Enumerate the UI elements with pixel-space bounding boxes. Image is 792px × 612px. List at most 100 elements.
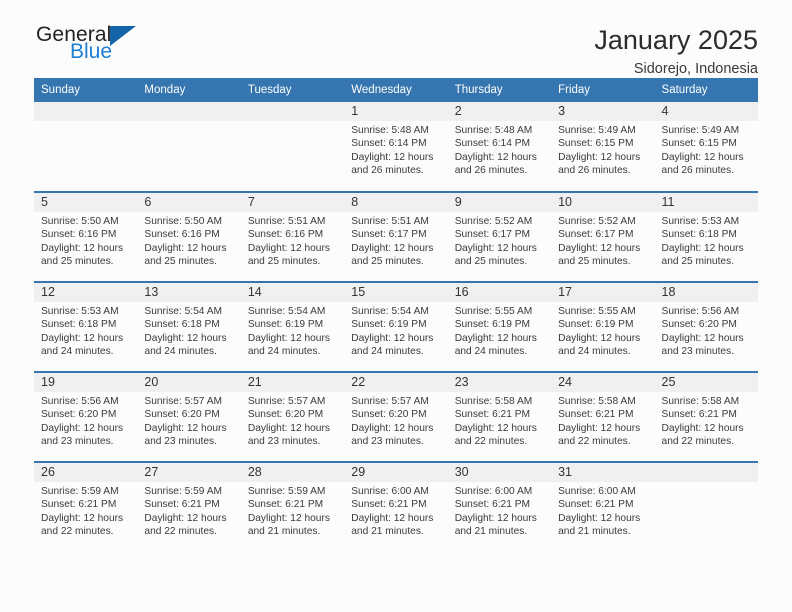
day-details: Sunrise: 5:58 AM Sunset: 6:21 PM Daylight:… (448, 392, 551, 449)
calendar-day-cell[interactable]: 30 Sunrise: 6:00 AM Sunset: 6:21 PM Dayligh… (447, 461, 552, 552)
daylight-text: Daylight: 12 hours and 25 minutes. (661, 242, 744, 268)
sunrise-text: Sunrise: 5:59 AM (144, 486, 223, 497)
calendar-day-cell[interactable]: 22 Sunrise: 5:57 AM Sunset: 6:20 PM Dayligh… (344, 371, 448, 462)
day-number: 9 (447, 193, 552, 212)
calendar-body: 1 Sunrise: 5:48 AM Sunset: 6:14 PM Daylight… (34, 102, 758, 552)
sunset-text: Sunset: 6:18 PM (661, 229, 737, 241)
sunset-text: Sunset: 6:21 PM (558, 499, 634, 511)
sunset-text: Sunset: 6:16 PM (144, 229, 220, 241)
sunrise-text: Sunrise: 5:58 AM (558, 396, 636, 407)
weekday-header-saturday: Saturday (654, 78, 758, 102)
calendar-day-cell[interactable]: 27 Sunrise: 5:59 AM Sunset: 6:21 PM Dayligh… (137, 461, 241, 552)
calendar-day-cell[interactable]: 9 Sunrise: 5:52 AM Sunset: 6:17 PM Daylight… (447, 191, 552, 282)
day-details: Sunrise: 6:00 AM Sunset: 6:21 PM Daylight:… (344, 482, 447, 539)
daylight-text: Daylight: 12 hours and 25 minutes. (454, 242, 537, 268)
sunset-text: Sunset: 6:19 PM (454, 319, 531, 331)
daylight-text: Daylight: 12 hours and 22 minutes. (558, 422, 641, 448)
generalblue-logo[interactable]: General Blue (34, 24, 152, 62)
day-number: 18 (654, 283, 758, 302)
calendar-day-cell[interactable]: 6 Sunrise: 5:50 AM Sunset: 6:16 PM Daylight… (137, 191, 241, 282)
sunset-text: Sunset: 6:20 PM (144, 409, 220, 421)
calendar-day-cell[interactable]: 21 Sunrise: 5:57 AM Sunset: 6:20 PM Dayligh… (240, 371, 345, 462)
daylight-text: Daylight: 12 hours and 24 minutes. (454, 332, 537, 358)
calendar-day-cell[interactable]: 25 Sunrise: 5:58 AM Sunset: 6:21 PM Dayligh… (654, 371, 758, 462)
day-details: Sunrise: 5:49 AM Sunset: 6:15 PM Daylight:… (551, 121, 654, 178)
day-details: Sunrise: 5:51 AM Sunset: 6:17 PM Daylight:… (344, 212, 447, 269)
day-number: 29 (344, 463, 448, 482)
calendar-day-cell[interactable]: 3 Sunrise: 5:49 AM Sunset: 6:15 PM Daylight… (551, 102, 655, 192)
sunrise-text: Sunrise: 5:52 AM (454, 216, 533, 227)
daylight-text: Daylight: 12 hours and 22 minutes. (144, 512, 227, 538)
day-number: 15 (344, 283, 448, 302)
calendar-day-cell[interactable]: 5 Sunrise: 5:50 AM Sunset: 6:16 PM Daylight… (34, 191, 138, 282)
calendar-week-row: 1 Sunrise: 5:48 AM Sunset: 6:14 PM Daylight… (34, 102, 758, 192)
daylight-text: Daylight: 12 hours and 23 minutes. (351, 422, 434, 448)
day-number: 31 (551, 463, 655, 482)
calendar-day-cell[interactable]: 7 Sunrise: 5:51 AM Sunset: 6:16 PM Daylight… (240, 191, 345, 282)
day-details: Sunrise: 5:54 AM Sunset: 6:19 PM Daylight:… (344, 302, 447, 359)
day-number: 7 (240, 193, 345, 212)
day-details: Sunrise: 5:57 AM Sunset: 6:20 PM Daylight:… (137, 392, 240, 449)
daylight-text: Daylight: 12 hours and 22 minutes. (454, 422, 537, 448)
calendar-day-cell[interactable]: 16 Sunrise: 5:55 AM Sunset: 6:19 PM Dayligh… (447, 281, 552, 372)
sunset-text: Sunset: 6:20 PM (247, 409, 324, 421)
sunset-text: Sunset: 6:16 PM (247, 229, 324, 241)
sunrise-text: Sunrise: 5:59 AM (41, 486, 119, 497)
sunset-text: Sunset: 6:17 PM (558, 229, 634, 241)
calendar-day-cell-empty (34, 102, 138, 192)
calendar-day-cell[interactable]: 1 Sunrise: 5:48 AM Sunset: 6:14 PM Daylight… (344, 102, 448, 192)
calendar-day-cell[interactable]: 31 Sunrise: 6:00 AM Sunset: 6:21 PM Dayligh… (551, 461, 655, 552)
calendar-day-cell[interactable]: 24 Sunrise: 5:58 AM Sunset: 6:21 PM Dayligh… (551, 371, 655, 462)
sunrise-text: Sunrise: 6:00 AM (351, 486, 429, 497)
calendar-day-cell[interactable]: 11 Sunrise: 5:53 AM Sunset: 6:18 PM Dayligh… (654, 191, 758, 282)
day-number: 23 (447, 373, 552, 392)
calendar-day-cell-empty (240, 102, 345, 192)
calendar-day-cell[interactable]: 18 Sunrise: 5:56 AM Sunset: 6:20 PM Dayligh… (654, 281, 758, 372)
day-number: 10 (551, 193, 655, 212)
sunset-text: Sunset: 6:21 PM (144, 499, 220, 511)
daylight-text: Daylight: 12 hours and 23 minutes. (41, 422, 124, 448)
day-details: Sunrise: 5:54 AM Sunset: 6:18 PM Daylight:… (137, 302, 240, 359)
calendar-day-cell[interactable]: 15 Sunrise: 5:54 AM Sunset: 6:19 PM Dayligh… (344, 281, 448, 372)
day-details: Sunrise: 5:53 AM Sunset: 6:18 PM Daylight:… (34, 302, 137, 359)
daylight-text: Daylight: 12 hours and 24 minutes. (247, 332, 330, 358)
page-header: General Blue January 2025 Sidorejo, Indo… (34, 0, 758, 78)
sunset-text: Sunset: 6:21 PM (351, 499, 427, 511)
calendar-day-cell[interactable]: 23 Sunrise: 5:58 AM Sunset: 6:21 PM Dayligh… (447, 371, 552, 462)
calendar-day-cell[interactable]: 14 Sunrise: 5:54 AM Sunset: 6:19 PM Dayligh… (240, 281, 345, 372)
sunrise-text: Sunrise: 5:48 AM (351, 125, 429, 136)
calendar-day-cell[interactable]: 10 Sunrise: 5:52 AM Sunset: 6:17 PM Dayligh… (551, 191, 655, 282)
day-number: 16 (447, 283, 552, 302)
calendar-day-cell[interactable]: 29 Sunrise: 6:00 AM Sunset: 6:21 PM Dayligh… (344, 461, 448, 552)
day-number: 20 (137, 373, 241, 392)
calendar-day-cell[interactable]: 2 Sunrise: 5:48 AM Sunset: 6:14 PM Daylight… (447, 102, 552, 192)
calendar-day-cell[interactable]: 17 Sunrise: 5:55 AM Sunset: 6:19 PM Dayligh… (551, 281, 655, 372)
day-details: Sunrise: 5:55 AM Sunset: 6:19 PM Daylight:… (448, 302, 551, 359)
weekday-header-monday: Monday (137, 78, 241, 102)
daylight-text: Daylight: 12 hours and 24 minutes. (144, 332, 227, 358)
sunrise-text: Sunrise: 6:00 AM (454, 486, 533, 497)
sunset-text: Sunset: 6:21 PM (247, 499, 324, 511)
daylight-text: Daylight: 12 hours and 24 minutes. (351, 332, 434, 358)
calendar-day-cell[interactable]: 4 Sunrise: 5:49 AM Sunset: 6:15 PM Daylight… (654, 102, 758, 192)
daylight-text: Daylight: 12 hours and 26 minutes. (661, 151, 744, 177)
calendar-day-cell-empty (137, 102, 241, 192)
calendar-day-cell[interactable]: 20 Sunrise: 5:57 AM Sunset: 6:20 PM Dayligh… (137, 371, 241, 462)
calendar-day-cell[interactable]: 13 Sunrise: 5:54 AM Sunset: 6:18 PM Dayligh… (137, 281, 241, 372)
day-details: Sunrise: 5:48 AM Sunset: 6:14 PM Daylight:… (448, 121, 551, 178)
calendar-day-cell[interactable]: 26 Sunrise: 5:59 AM Sunset: 6:21 PM Dayligh… (34, 461, 138, 552)
day-details: Sunrise: 5:57 AM Sunset: 6:20 PM Daylight:… (241, 392, 344, 449)
calendar-day-cell[interactable]: 12 Sunrise: 5:53 AM Sunset: 6:18 PM Dayligh… (34, 281, 138, 372)
sunrise-text: Sunrise: 5:57 AM (247, 396, 326, 407)
sunset-text: Sunset: 6:20 PM (661, 319, 737, 331)
daylight-text: Daylight: 12 hours and 22 minutes. (661, 422, 744, 448)
sunrise-text: Sunrise: 5:52 AM (558, 216, 636, 227)
calendar-day-cell[interactable]: 28 Sunrise: 5:59 AM Sunset: 6:21 PM Dayligh… (240, 461, 345, 552)
sunrise-text: Sunrise: 5:53 AM (41, 306, 119, 317)
sunset-text: Sunset: 6:19 PM (351, 319, 427, 331)
calendar-day-cell[interactable]: 8 Sunrise: 5:51 AM Sunset: 6:17 PM Daylight… (344, 191, 448, 282)
calendar-day-cell[interactable]: 19 Sunrise: 5:56 AM Sunset: 6:20 PM Dayligh… (34, 371, 138, 462)
daylight-text: Daylight: 12 hours and 24 minutes. (41, 332, 124, 358)
sunrise-text: Sunrise: 5:56 AM (41, 396, 119, 407)
sunset-text: Sunset: 6:19 PM (558, 319, 634, 331)
